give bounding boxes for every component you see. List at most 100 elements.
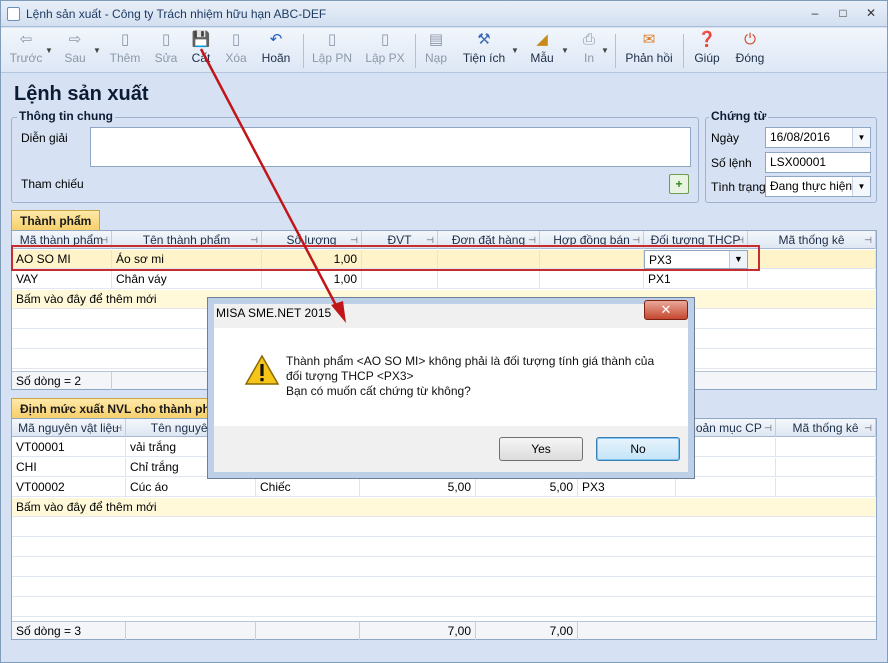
cell-qty[interactable]: 5,00 xyxy=(360,478,476,497)
delete-button[interactable]: ▯ Xóa xyxy=(221,31,251,71)
maximize-icon[interactable]: □ xyxy=(835,6,851,20)
save-button[interactable]: 💾 Cất xyxy=(189,31,213,71)
add-reference-icon[interactable]: + xyxy=(669,174,689,194)
empty-row xyxy=(12,558,876,577)
column-header[interactable]: Mã thống kê ⊣ xyxy=(776,419,876,437)
floppy-disk-icon: 💾 xyxy=(191,31,211,48)
empty-row xyxy=(12,518,876,537)
arrow-left-icon: ⇦ xyxy=(19,31,33,48)
chevron-down-icon[interactable]: ▼ xyxy=(561,46,569,55)
materials-footer: Số dòng = 3 7,00 7,00 xyxy=(12,621,876,640)
message-dialog: MISA SME.NET 2015 ✕ Thành phẩm <AO SO MI… xyxy=(207,297,695,479)
row-count: Số dòng = 3 xyxy=(12,622,126,640)
utility-button[interactable]: ⚒ Tiện ích xyxy=(461,31,507,71)
chevron-down-icon[interactable]: ▼ xyxy=(852,128,870,147)
cell-order[interactable] xyxy=(438,270,540,289)
cell-code[interactable]: VT00002 xyxy=(12,478,126,497)
cell-code[interactable]: VT00001 xyxy=(12,438,126,457)
close-icon[interactable]: ✕ xyxy=(863,6,879,20)
footer-total: 7,00 xyxy=(360,622,476,640)
reference-label: Tham chiếu xyxy=(21,177,84,191)
make-pn-button[interactable]: ▯ Lập PN xyxy=(309,31,355,71)
make-px-button[interactable]: ▯ Lập PX xyxy=(363,31,407,71)
window-title: Lệnh sản xuất - Công ty Trách nhiệm hữu … xyxy=(26,7,327,21)
cell-name[interactable]: Cúc áo xyxy=(126,478,256,497)
status-value: Đang thực hiện xyxy=(770,179,853,193)
template-button[interactable]: ◢ Mẫu xyxy=(527,31,557,71)
footer-cell xyxy=(126,622,256,640)
printer-icon: ⎙ xyxy=(582,31,595,48)
column-header[interactable]: Mã nguyên vật liệu ⊣ xyxy=(12,419,126,437)
description-input[interactable] xyxy=(90,127,691,167)
tab-materials[interactable]: Định mức xuất NVL cho thành phẩm xyxy=(11,398,237,418)
cell-stat[interactable] xyxy=(748,270,876,289)
new-document-icon: ▯ xyxy=(120,31,130,48)
dialog-close-button[interactable]: ✕ xyxy=(644,300,688,320)
voucher-number-input[interactable]: LSX00001 xyxy=(765,152,871,173)
cell-code[interactable]: CHI xyxy=(12,458,126,477)
close-button[interactable]: ⏻ Đóng xyxy=(733,31,767,71)
dialog-button-bar: Yes No xyxy=(214,426,688,472)
status-select[interactable]: Đang thực hiện ▼ xyxy=(765,176,871,197)
footer-cell xyxy=(256,622,360,640)
cell-cost-object[interactable]: PX1 xyxy=(644,270,748,289)
empty-row xyxy=(12,598,876,617)
cell-stat[interactable] xyxy=(776,458,876,477)
undo-icon: ↶ xyxy=(269,31,283,48)
help-icon: ❓ xyxy=(697,31,717,48)
cell-stat[interactable] xyxy=(776,478,876,497)
yes-button[interactable]: Yes xyxy=(499,437,583,461)
cell-stat[interactable] xyxy=(776,438,876,457)
prev-button[interactable]: ⇦ Trước xyxy=(7,31,45,71)
arrow-right-icon: ⇨ xyxy=(68,31,82,48)
date-picker[interactable]: 16/08/2016 ▼ xyxy=(765,127,871,148)
chevron-down-icon[interactable]: ▼ xyxy=(601,46,609,55)
chevron-down-icon[interactable]: ▼ xyxy=(93,46,101,55)
chevron-down-icon[interactable]: ▼ xyxy=(511,46,519,55)
column-header[interactable]: Mã thống kê ⊣ xyxy=(748,231,876,249)
main-window: Lệnh sản xuất - Công ty Trách nhiệm hữu … xyxy=(0,0,888,663)
cell-qty[interactable]: 5,00 xyxy=(476,478,578,497)
help-button[interactable]: ❓ Giúp xyxy=(691,31,723,71)
cell-object[interactable]: PX3 xyxy=(578,478,676,497)
chevron-down-icon[interactable]: ▼ xyxy=(45,46,53,55)
status-label: Tình trạng xyxy=(711,180,766,194)
description-label: Diễn giải xyxy=(21,131,68,145)
warning-icon xyxy=(244,354,280,385)
cell-stat[interactable] xyxy=(748,250,876,269)
page-title: Lệnh sản xuất xyxy=(14,83,149,105)
cell-qty[interactable]: 1,00 xyxy=(262,270,362,289)
pin-icon: ⊣ xyxy=(764,423,772,433)
chevron-down-icon[interactable]: ▼ xyxy=(852,177,870,196)
voucher-number-label: Số lệnh xyxy=(711,156,752,170)
empty-row xyxy=(12,538,876,557)
load-button[interactable]: ▤ Nạp xyxy=(421,31,451,71)
add-new-label[interactable]: Bấm vào đây để thêm mới xyxy=(12,498,876,517)
add-button[interactable]: ▯ Thêm xyxy=(107,31,143,71)
separator xyxy=(303,34,304,68)
no-button[interactable]: No xyxy=(596,437,680,461)
undo-button[interactable]: ↶ Hoãn xyxy=(259,31,293,71)
envelope-icon: ✉ xyxy=(642,31,656,48)
cell-code[interactable]: VAY xyxy=(12,270,112,289)
cell-name[interactable]: Chân váy xyxy=(112,270,262,289)
separator xyxy=(415,34,416,68)
app-icon xyxy=(7,7,20,21)
power-icon: ⏻ xyxy=(744,31,756,48)
cell-unit[interactable]: Chiếc xyxy=(256,478,360,497)
cell-unit[interactable] xyxy=(362,270,438,289)
add-new-row[interactable]: Bấm vào đây để thêm mới xyxy=(12,498,876,517)
table-row[interactable]: VT00002 Cúc áo Chiếc 5,00 5,00 PX3 xyxy=(12,478,876,497)
tab-products[interactable]: Thành phẩm xyxy=(11,210,101,230)
dialog-message: Thành phẩm <AO SO MI> không phải là đối … xyxy=(286,354,655,398)
date-value: 16/08/2016 xyxy=(770,130,831,144)
next-button[interactable]: ⇨ Sau xyxy=(59,31,91,71)
edit-button[interactable]: ▯ Sửa xyxy=(151,31,181,71)
minimize-icon[interactable]: – xyxy=(807,6,823,20)
table-row[interactable]: VAY Chân váy 1,00 PX1 xyxy=(12,270,876,289)
print-button[interactable]: ⎙ In xyxy=(577,31,601,71)
cell-cost-item[interactable] xyxy=(676,478,776,497)
cell-contract[interactable] xyxy=(540,270,644,289)
feedback-button[interactable]: ✉ Phản hồi xyxy=(623,31,675,71)
highlight-box xyxy=(11,245,760,271)
